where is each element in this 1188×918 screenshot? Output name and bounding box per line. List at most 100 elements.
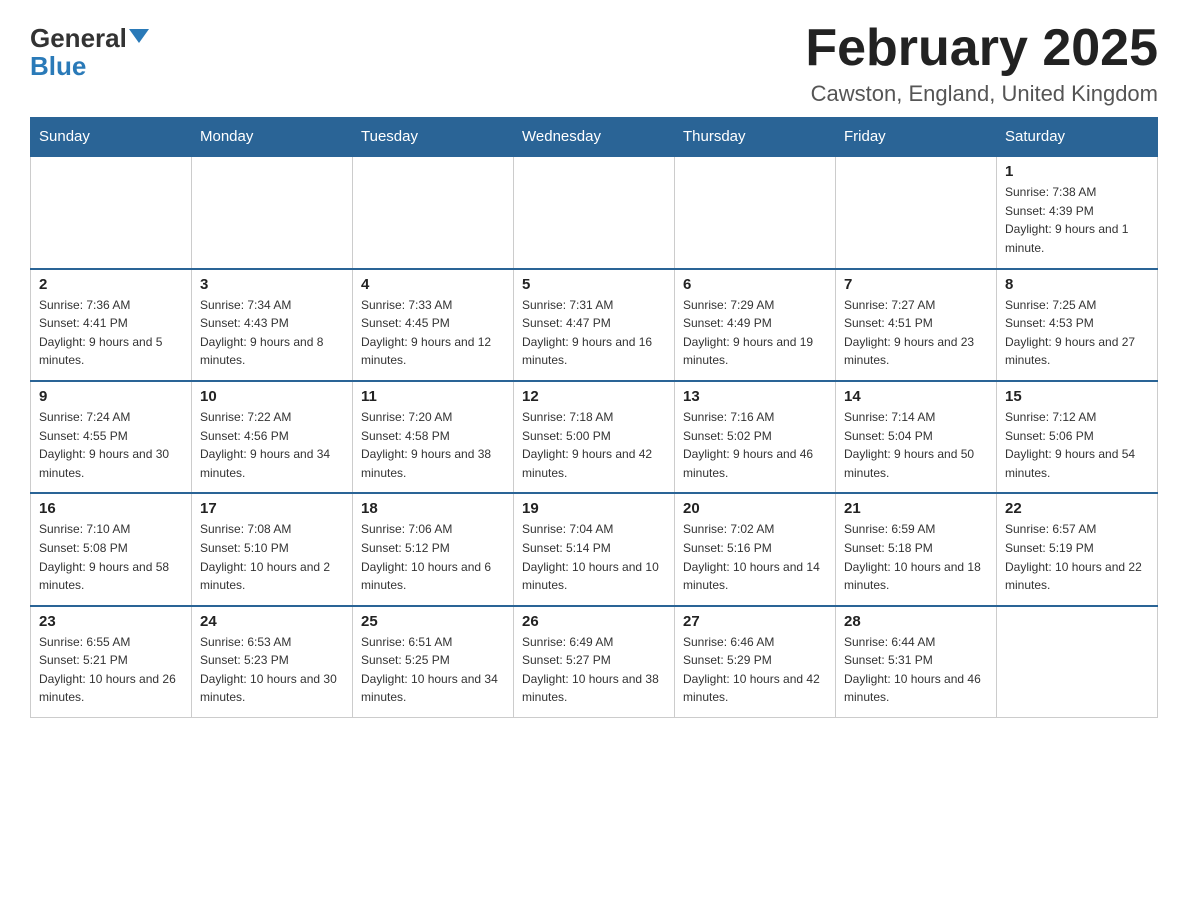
day-number: 14 — [844, 388, 988, 405]
calendar-cell: 8 Sunrise: 7:25 AMSunset: 4:53 PMDaylight… — [997, 269, 1158, 381]
day-number: 28 — [844, 613, 988, 630]
calendar-cell — [192, 156, 353, 268]
day-info: Sunrise: 6:53 AMSunset: 5:23 PMDaylight:… — [200, 633, 344, 707]
day-info: Sunrise: 7:29 AMSunset: 4:49 PMDaylight:… — [683, 296, 827, 370]
calendar-cell: 12 Sunrise: 7:18 AMSunset: 5:00 PMDayligh… — [514, 381, 675, 493]
logo-arrow-icon — [129, 29, 149, 43]
day-number: 24 — [200, 613, 344, 630]
calendar-title: February 2025 — [805, 20, 1158, 77]
day-info: Sunrise: 6:44 AMSunset: 5:31 PMDaylight:… — [844, 633, 988, 707]
day-number: 4 — [361, 276, 505, 293]
day-number: 23 — [39, 613, 183, 630]
day-info: Sunrise: 7:18 AMSunset: 5:00 PMDaylight:… — [522, 408, 666, 482]
day-number: 20 — [683, 500, 827, 517]
calendar-table: SundayMondayTuesdayWednesdayThursdayFrid… — [30, 117, 1158, 718]
calendar-cell: 4 Sunrise: 7:33 AMSunset: 4:45 PMDaylight… — [353, 269, 514, 381]
calendar-cell — [836, 156, 997, 268]
day-number: 9 — [39, 388, 183, 405]
day-number: 1 — [1005, 163, 1149, 180]
calendar-cell: 26 Sunrise: 6:49 AMSunset: 5:27 PMDayligh… — [514, 606, 675, 718]
calendar-cell: 9 Sunrise: 7:24 AMSunset: 4:55 PMDaylight… — [31, 381, 192, 493]
day-number: 7 — [844, 276, 988, 293]
calendar-cell: 17 Sunrise: 7:08 AMSunset: 5:10 PMDayligh… — [192, 493, 353, 605]
day-info: Sunrise: 7:20 AMSunset: 4:58 PMDaylight:… — [361, 408, 505, 482]
calendar-week-row: 23 Sunrise: 6:55 AMSunset: 5:21 PMDayligh… — [31, 606, 1158, 718]
day-number: 11 — [361, 388, 505, 405]
col-header-tuesday: Tuesday — [353, 118, 514, 157]
day-info: Sunrise: 7:24 AMSunset: 4:55 PMDaylight:… — [39, 408, 183, 482]
day-number: 12 — [522, 388, 666, 405]
calendar-cell — [353, 156, 514, 268]
logo: General Blue — [30, 20, 149, 82]
day-info: Sunrise: 6:55 AMSunset: 5:21 PMDaylight:… — [39, 633, 183, 707]
day-number: 22 — [1005, 500, 1149, 517]
calendar-cell: 1 Sunrise: 7:38 AMSunset: 4:39 PMDaylight… — [997, 156, 1158, 268]
day-info: Sunrise: 7:27 AMSunset: 4:51 PMDaylight:… — [844, 296, 988, 370]
calendar-cell — [675, 156, 836, 268]
day-info: Sunrise: 7:08 AMSunset: 5:10 PMDaylight:… — [200, 520, 344, 594]
calendar-cell — [31, 156, 192, 268]
calendar-cell — [997, 606, 1158, 718]
day-info: Sunrise: 6:46 AMSunset: 5:29 PMDaylight:… — [683, 633, 827, 707]
day-number: 26 — [522, 613, 666, 630]
day-number: 8 — [1005, 276, 1149, 293]
calendar-cell: 5 Sunrise: 7:31 AMSunset: 4:47 PMDaylight… — [514, 269, 675, 381]
calendar-cell: 27 Sunrise: 6:46 AMSunset: 5:29 PMDayligh… — [675, 606, 836, 718]
day-info: Sunrise: 7:22 AMSunset: 4:56 PMDaylight:… — [200, 408, 344, 482]
logo-blue-text: Blue — [30, 51, 86, 82]
day-info: Sunrise: 6:49 AMSunset: 5:27 PMDaylight:… — [522, 633, 666, 707]
calendar-cell: 14Sunrise: 7:14 AMSunset: 5:04 PMDayligh… — [836, 381, 997, 493]
title-section: February 2025 Cawston, England, United K… — [805, 20, 1158, 107]
day-number: 2 — [39, 276, 183, 293]
day-info: Sunrise: 7:06 AMSunset: 5:12 PMDaylight:… — [361, 520, 505, 594]
calendar-week-row: 1 Sunrise: 7:38 AMSunset: 4:39 PMDaylight… — [31, 156, 1158, 268]
page-header: General Blue February 2025 Cawston, Engl… — [30, 20, 1158, 107]
calendar-cell: 21 Sunrise: 6:59 AMSunset: 5:18 PMDayligh… — [836, 493, 997, 605]
calendar-cell — [514, 156, 675, 268]
day-info: Sunrise: 7:34 AMSunset: 4:43 PMDaylight:… — [200, 296, 344, 370]
day-info: Sunrise: 7:36 AMSunset: 4:41 PMDaylight:… — [39, 296, 183, 370]
calendar-week-row: 16 Sunrise: 7:10 AMSunset: 5:08 PMDayligh… — [31, 493, 1158, 605]
calendar-cell: 3 Sunrise: 7:34 AMSunset: 4:43 PMDaylight… — [192, 269, 353, 381]
day-number: 15 — [1005, 388, 1149, 405]
col-header-friday: Friday — [836, 118, 997, 157]
calendar-cell: 10Sunrise: 7:22 AMSunset: 4:56 PMDayligh… — [192, 381, 353, 493]
day-info: Sunrise: 7:38 AMSunset: 4:39 PMDaylight:… — [1005, 183, 1149, 257]
day-number: 6 — [683, 276, 827, 293]
calendar-cell: 16 Sunrise: 7:10 AMSunset: 5:08 PMDayligh… — [31, 493, 192, 605]
day-number: 17 — [200, 500, 344, 517]
day-info: Sunrise: 7:33 AMSunset: 4:45 PMDaylight:… — [361, 296, 505, 370]
calendar-week-row: 9 Sunrise: 7:24 AMSunset: 4:55 PMDaylight… — [31, 381, 1158, 493]
calendar-cell: 6 Sunrise: 7:29 AMSunset: 4:49 PMDaylight… — [675, 269, 836, 381]
day-info: Sunrise: 7:31 AMSunset: 4:47 PMDaylight:… — [522, 296, 666, 370]
day-number: 3 — [200, 276, 344, 293]
calendar-header-row: SundayMondayTuesdayWednesdayThursdayFrid… — [31, 118, 1158, 157]
day-info: Sunrise: 7:02 AMSunset: 5:16 PMDaylight:… — [683, 520, 827, 594]
day-number: 5 — [522, 276, 666, 293]
day-number: 18 — [361, 500, 505, 517]
day-info: Sunrise: 7:25 AMSunset: 4:53 PMDaylight:… — [1005, 296, 1149, 370]
calendar-cell: 25 Sunrise: 6:51 AMSunset: 5:25 PMDayligh… — [353, 606, 514, 718]
day-number: 13 — [683, 388, 827, 405]
day-info: Sunrise: 7:10 AMSunset: 5:08 PMDaylight:… — [39, 520, 183, 594]
day-info: Sunrise: 6:51 AMSunset: 5:25 PMDaylight:… — [361, 633, 505, 707]
calendar-cell: 15 Sunrise: 7:12 AMSunset: 5:06 PMDayligh… — [997, 381, 1158, 493]
col-header-saturday: Saturday — [997, 118, 1158, 157]
calendar-week-row: 2 Sunrise: 7:36 AMSunset: 4:41 PMDaylight… — [31, 269, 1158, 381]
calendar-cell: 7 Sunrise: 7:27 AMSunset: 4:51 PMDaylight… — [836, 269, 997, 381]
calendar-subtitle: Cawston, England, United Kingdom — [805, 81, 1158, 107]
col-header-sunday: Sunday — [31, 118, 192, 157]
calendar-cell: 24 Sunrise: 6:53 AMSunset: 5:23 PMDayligh… — [192, 606, 353, 718]
calendar-cell: 13Sunrise: 7:16 AMSunset: 5:02 PMDayligh… — [675, 381, 836, 493]
day-number: 25 — [361, 613, 505, 630]
day-number: 21 — [844, 500, 988, 517]
calendar-cell: 20 Sunrise: 7:02 AMSunset: 5:16 PMDayligh… — [675, 493, 836, 605]
day-info: Sunrise: 6:59 AMSunset: 5:18 PMDaylight:… — [844, 520, 988, 594]
calendar-cell: 19Sunrise: 7:04 AMSunset: 5:14 PMDayligh… — [514, 493, 675, 605]
calendar-cell: 28 Sunrise: 6:44 AMSunset: 5:31 PMDayligh… — [836, 606, 997, 718]
day-number: 16 — [39, 500, 183, 517]
day-info: Sunrise: 7:12 AMSunset: 5:06 PMDaylight:… — [1005, 408, 1149, 482]
day-number: 27 — [683, 613, 827, 630]
day-info: Sunrise: 7:04 AMSunset: 5:14 PMDaylight:… — [522, 520, 666, 594]
calendar-cell: 2 Sunrise: 7:36 AMSunset: 4:41 PMDaylight… — [31, 269, 192, 381]
